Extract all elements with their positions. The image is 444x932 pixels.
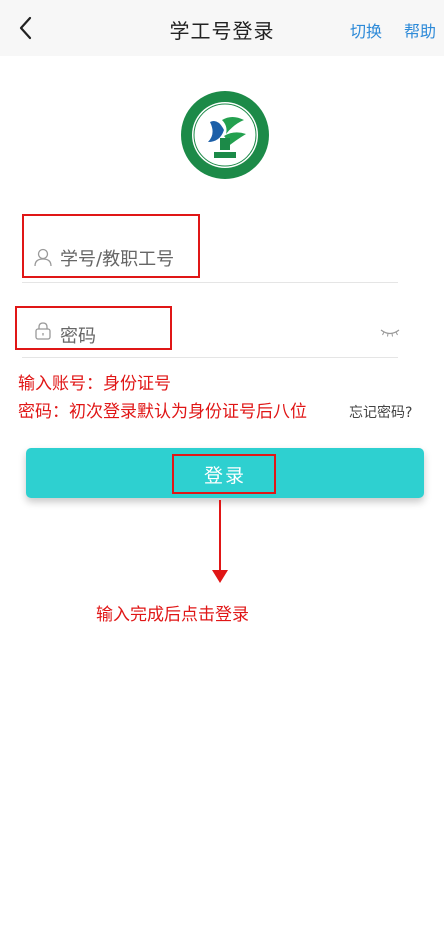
down-arrow-icon xyxy=(212,500,228,583)
account-highlight-box xyxy=(22,214,200,278)
password-divider xyxy=(22,357,398,358)
top-nav-bar: 学工号登录 切换 帮助 xyxy=(0,0,444,56)
account-hint-note: 输入账号：身份证号 xyxy=(18,374,171,394)
school-logo xyxy=(180,90,270,180)
login-highlight-box xyxy=(172,454,276,494)
school-emblem-icon xyxy=(181,91,269,179)
password-hint-note: 密码：初次登录默认为身份证号后八位 xyxy=(18,402,307,422)
eye-closed-icon[interactable] xyxy=(380,326,400,338)
password-highlight-box xyxy=(15,306,172,350)
login-hint-note: 输入完成后点击登录 xyxy=(96,605,249,625)
account-divider xyxy=(22,282,398,283)
switch-button[interactable]: 切换 xyxy=(350,18,382,42)
forgot-password-link[interactable]: 忘记密码? xyxy=(349,402,412,422)
help-button[interactable]: 帮助 xyxy=(404,18,436,42)
